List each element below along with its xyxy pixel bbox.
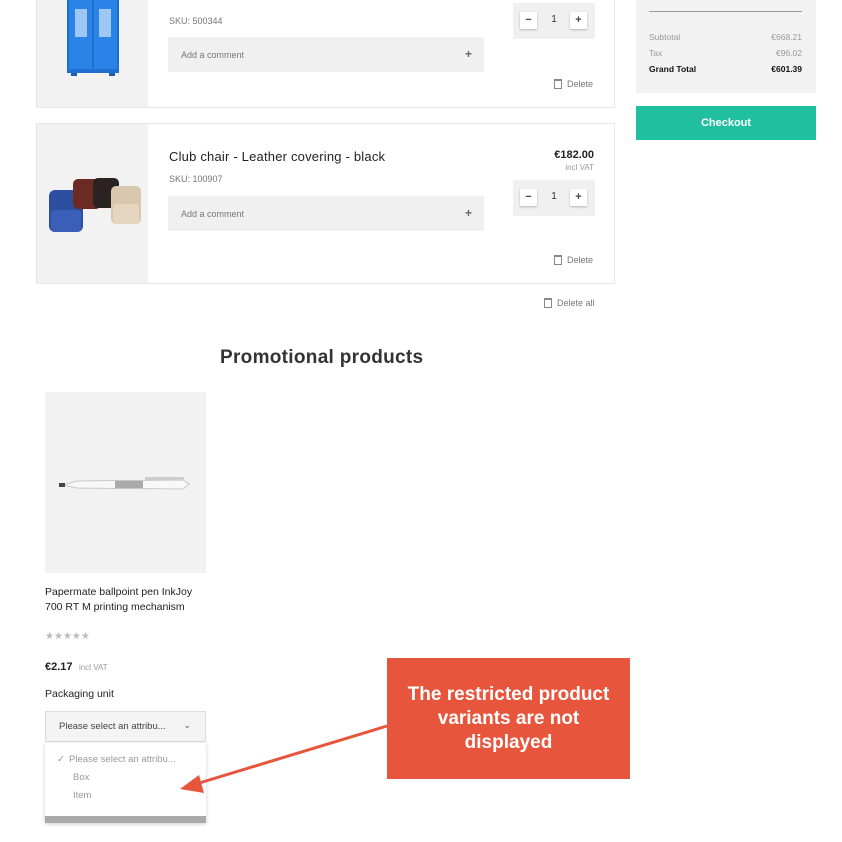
cart-item: Club chair - Leather covering - black SK…: [36, 123, 615, 284]
add-comment-field[interactable]: Add a comment +: [168, 37, 484, 72]
promo-product-name[interactable]: Papermate ballpoint pen InkJoy 700 RT M …: [45, 585, 192, 615]
pen-image: [59, 477, 190, 490]
promo-product-name-line2: 700 RT M printing mechanism: [45, 601, 185, 613]
add-comment-label: Add a comment: [181, 209, 245, 219]
attribute-select[interactable]: Please select an attribu... ⌄: [45, 711, 206, 742]
promo-product-name-line1: Papermate ballpoint pen InkJoy: [45, 586, 193, 598]
order-summary: [636, 0, 816, 93]
add-comment-field[interactable]: Add a comment +: [168, 196, 484, 231]
delete-button[interactable]: Delete: [554, 79, 593, 89]
locker-image: [67, 0, 119, 76]
increase-quantity-button[interactable]: +: [570, 189, 587, 206]
checkout-button[interactable]: Checkout: [636, 106, 816, 140]
trash-icon: [544, 298, 552, 308]
delete-all-label: Delete all: [557, 298, 595, 308]
grand-total-row: Grand Total €601.39: [649, 64, 802, 74]
increase-quantity-button[interactable]: +: [570, 12, 587, 29]
product-name[interactable]: Club chair - Leather covering - black: [169, 149, 385, 164]
decrease-quantity-button[interactable]: −: [520, 189, 537, 206]
option-label: Item: [73, 790, 92, 801]
option-label: Box: [73, 772, 90, 783]
star-icon: ★: [53, 631, 63, 642]
dropdown-option[interactable]: Item: [73, 790, 91, 801]
product-image[interactable]: [37, 124, 148, 283]
quantity-value[interactable]: 1: [543, 14, 565, 25]
attribute-label: Packaging unit: [45, 688, 114, 700]
tax-row: Tax €96.02: [649, 48, 802, 58]
tax-label: Tax: [649, 48, 663, 58]
product-sku: SKU: 500344: [169, 16, 223, 26]
dropdown-option[interactable]: ✓ Please select an attribu...: [57, 754, 176, 765]
add-comment-label: Add a comment: [181, 50, 245, 60]
rating-stars: ★★★★★: [45, 631, 90, 642]
attribute-dropdown-menu: ✓ Please select an attribu... Box Item: [45, 743, 206, 823]
select-value: Please select an attribu...: [59, 721, 166, 732]
annotation-line2: variants are not: [437, 708, 580, 729]
product-sku: SKU: 100907: [169, 174, 223, 184]
tax-value: €96.02: [776, 48, 802, 58]
dropdown-option[interactable]: Box: [73, 772, 89, 783]
dropdown-scrollbar[interactable]: [45, 816, 206, 823]
subtotal-label: Subtotal: [649, 32, 681, 42]
quantity-value[interactable]: 1: [543, 191, 565, 202]
club-chairs-image: [49, 178, 141, 232]
plus-icon[interactable]: +: [465, 206, 472, 220]
cart-item: SKU: 500344 Add a comment + − 1 + Delete: [36, 0, 615, 108]
grand-total-value: €601.39: [771, 64, 802, 74]
promo-vat-note: incl VAT: [79, 663, 108, 672]
annotation-line3: displayed: [464, 732, 553, 753]
star-icon: ★: [71, 631, 81, 642]
promo-product-price: €2.17: [45, 661, 73, 673]
quantity-stepper[interactable]: − 1 +: [513, 180, 595, 216]
star-icon: ★: [62, 631, 72, 642]
delete-label: Delete: [567, 79, 594, 89]
option-label: Please select an attribu...: [69, 754, 176, 765]
chevron-down-icon: ⌄: [183, 720, 191, 730]
promo-product-image[interactable]: [45, 392, 206, 573]
annotation-callout: The restricted product variants are not …: [387, 658, 630, 779]
grand-total-label: Grand Total: [649, 64, 697, 74]
delete-all-button[interactable]: Delete all: [544, 298, 595, 308]
quantity-stepper[interactable]: − 1 +: [513, 3, 595, 39]
vat-note: incl VAT: [565, 163, 594, 172]
product-price: €182.00: [554, 149, 594, 161]
subtotal-value: €668.21: [771, 32, 802, 42]
product-image[interactable]: [37, 0, 148, 107]
trash-icon: [554, 255, 562, 265]
delete-label: Delete: [567, 255, 594, 265]
annotation-line1: The restricted product: [407, 684, 610, 705]
delete-button[interactable]: Delete: [554, 255, 593, 265]
promo-heading: Promotional products: [220, 347, 424, 368]
plus-icon[interactable]: +: [465, 47, 472, 61]
summary-divider: [649, 11, 802, 12]
trash-icon: [554, 79, 562, 89]
checkmark-icon: ✓: [57, 754, 65, 765]
decrease-quantity-button[interactable]: −: [520, 12, 537, 29]
subtotal-row: Subtotal €668.21: [649, 32, 802, 42]
star-icon: ★: [45, 631, 54, 642]
star-icon: ★: [80, 631, 90, 642]
